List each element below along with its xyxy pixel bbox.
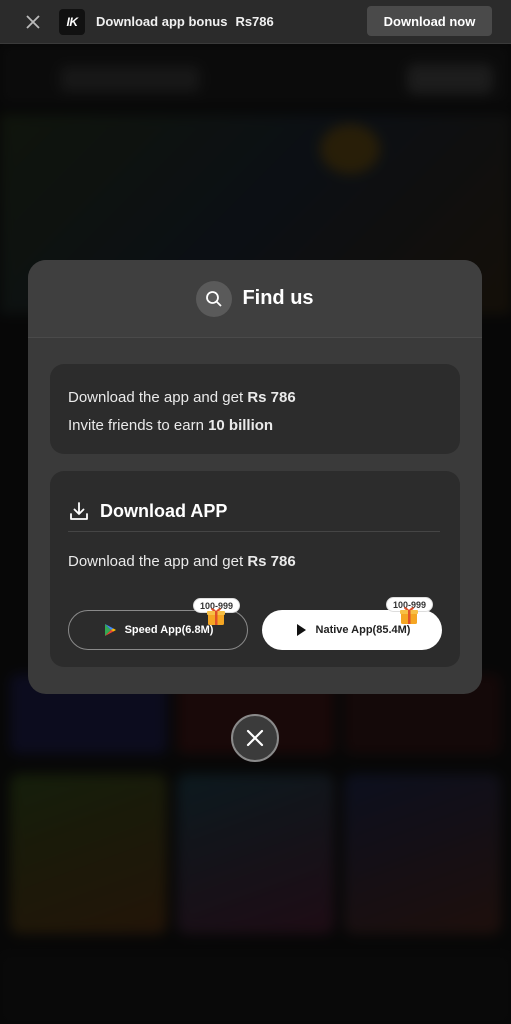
banner-label: Download app bonus (96, 14, 228, 29)
divider (68, 531, 440, 532)
google-play-icon (103, 623, 117, 637)
download-banner: IK Download app bonus Rs786 Download now (0, 0, 511, 44)
native-app-button[interactable]: Native App(85.4M) 100-999 (262, 597, 442, 650)
play-icon (294, 623, 308, 637)
download-icon (70, 502, 88, 520)
banner-text: Download app bonus Rs786 (96, 14, 274, 29)
promo-card: Download the app and get Rs 786 Invite f… (50, 364, 460, 454)
promo-line-2: Invite friends to earn 10 billion (68, 417, 274, 434)
find-us-modal: Find us Download the app and get Rs 786 … (28, 260, 482, 694)
speed-app-button[interactable]: Speed App(6.8M) 100-999 (68, 598, 248, 650)
gift-icon (400, 607, 418, 624)
download-app-subtitle: Download the app and get Rs 786 (68, 553, 296, 570)
download-app-card: Download APP Download the app and get Rs… (50, 471, 460, 667)
search-icon (196, 280, 233, 317)
promo-line-1: Download the app and get Rs 786 (68, 389, 296, 406)
download-now-button[interactable]: Download now (367, 6, 492, 36)
banner-close-icon[interactable] (17, 6, 49, 38)
speed-app-label: Speed App(6.8M) (124, 624, 214, 636)
native-app-label: Native App(85.4M) (315, 624, 411, 636)
modal-close-button[interactable] (231, 714, 279, 762)
modal-header: Find us (28, 260, 482, 338)
modal-title: Find us (242, 287, 314, 309)
gift-icon (207, 608, 225, 625)
download-app-title: Download APP (100, 500, 228, 521)
download-app-header: Download APP (50, 471, 460, 531)
close-icon (246, 729, 264, 747)
banner-amount: Rs786 (235, 14, 274, 29)
app-logo: IK (59, 8, 85, 35)
